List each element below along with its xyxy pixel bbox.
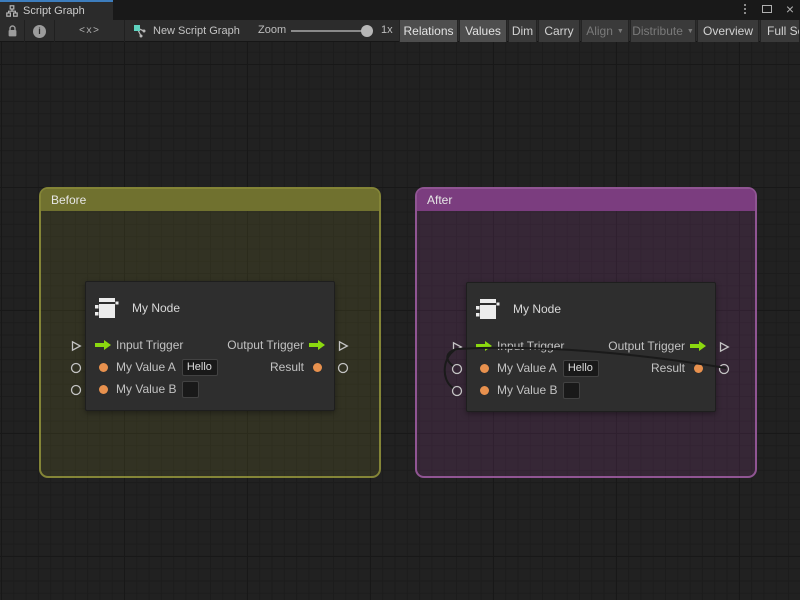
result-dot-icon xyxy=(694,364,703,373)
zoom-slider[interactable] xyxy=(291,30,367,32)
outer-input-trigger-port[interactable] xyxy=(451,340,463,352)
input-trigger-label: Input Trigger xyxy=(116,338,183,352)
graph-tab-icon xyxy=(6,5,18,17)
code-toggle-icon: <x> xyxy=(79,26,100,37)
outer-output-trigger-port[interactable] xyxy=(337,339,349,351)
lock-button[interactable] xyxy=(0,20,25,42)
port-row-trigger: Input Trigger Output Trigger xyxy=(467,335,715,357)
dim-button[interactable]: Dim xyxy=(508,20,537,42)
result-label: Result xyxy=(651,361,685,375)
script-graph-window: Script Graph × i <x> xyxy=(0,0,800,600)
output-trigger-label: Output Trigger xyxy=(608,339,685,353)
output-trigger-arrow-icon xyxy=(689,341,707,351)
tab-script-graph[interactable]: Script Graph xyxy=(0,0,113,20)
value-b-input[interactable] xyxy=(563,382,580,399)
close-icon[interactable]: × xyxy=(786,2,794,16)
info-button[interactable]: i xyxy=(25,20,55,42)
distribute-label: Distribute xyxy=(632,24,683,38)
outer-result-port[interactable] xyxy=(337,361,349,373)
outer-value-b-port[interactable] xyxy=(70,383,82,395)
value-b-dot-icon xyxy=(99,385,108,394)
zoom-value: 1x xyxy=(381,24,393,36)
value-a-dot-icon xyxy=(480,364,489,373)
port-row-value-b: My Value B xyxy=(467,379,715,401)
result-label: Result xyxy=(270,360,304,374)
maximize-icon[interactable] xyxy=(762,5,772,13)
port-row-value-a: My Value A Hello Result xyxy=(467,357,715,379)
tab-title: Script Graph xyxy=(23,5,85,17)
input-trigger-arrow-icon xyxy=(94,340,112,350)
outer-value-b-port[interactable] xyxy=(451,384,463,396)
group-title: Before xyxy=(51,193,86,207)
node-title: My Node xyxy=(132,301,180,315)
group-after[interactable]: After My Node xyxy=(415,187,757,478)
chevron-down-icon: ▼ xyxy=(687,28,694,35)
value-a-input[interactable]: Hello xyxy=(563,360,599,377)
graph-breadcrumb: New Script Graph xyxy=(133,20,240,42)
unit-icon xyxy=(475,296,501,322)
value-a-label: My Value A xyxy=(497,361,557,375)
overview-button[interactable]: Overview xyxy=(697,20,759,42)
result-dot-icon xyxy=(313,363,322,372)
relations-button[interactable]: Relations xyxy=(399,20,458,42)
node-title: My Node xyxy=(513,302,561,316)
fullscreen-button[interactable]: Full Scr xyxy=(760,20,800,42)
tab-bar: Script Graph × xyxy=(0,0,800,20)
align-label: Align xyxy=(586,24,613,38)
values-button[interactable]: Values xyxy=(459,20,507,42)
port-row-value-a: My Value A Hello Result xyxy=(86,356,334,378)
info-icon: i xyxy=(33,25,46,38)
unit-icon xyxy=(94,295,120,321)
group-before[interactable]: Before My Node xyxy=(39,187,381,478)
output-trigger-arrow-icon xyxy=(308,340,326,350)
graph-name: New Script Graph xyxy=(153,25,240,37)
value-a-label: My Value A xyxy=(116,360,176,374)
port-row-trigger: Input Trigger Output Trigger xyxy=(86,334,334,356)
value-b-dot-icon xyxy=(480,386,489,395)
input-trigger-arrow-icon xyxy=(475,341,493,351)
group-title: After xyxy=(427,193,452,207)
outer-output-trigger-port[interactable] xyxy=(718,340,730,352)
carry-button[interactable]: Carry xyxy=(538,20,580,42)
outer-result-port[interactable] xyxy=(718,362,730,374)
my-node-before[interactable]: My Node Input Trigger Output Trigger xyxy=(85,281,335,411)
my-node-after[interactable]: My Node Input Trigger Output Trigger xyxy=(466,282,716,412)
value-b-label: My Value B xyxy=(116,382,176,396)
menu-icon[interactable] xyxy=(742,2,748,16)
value-a-input[interactable]: Hello xyxy=(182,359,218,376)
new-graph-icon xyxy=(133,24,147,38)
graph-toolbar: i <x> New Script Graph Zoom 1x Relations… xyxy=(0,20,800,42)
code-toggle-button[interactable]: <x> xyxy=(55,20,125,42)
outer-value-a-port[interactable] xyxy=(451,362,463,374)
node-header: My Node xyxy=(467,283,715,335)
outer-value-a-port[interactable] xyxy=(70,361,82,373)
input-trigger-label: Input Trigger xyxy=(497,339,564,353)
value-b-input[interactable] xyxy=(182,381,199,398)
chevron-down-icon: ▼ xyxy=(617,28,624,35)
value-b-label: My Value B xyxy=(497,383,557,397)
port-row-value-b: My Value B xyxy=(86,378,334,400)
distribute-button[interactable]: Distribute ▼ xyxy=(630,20,696,42)
value-a-dot-icon xyxy=(99,363,108,372)
group-after-header[interactable]: After xyxy=(417,189,755,211)
graph-canvas[interactable]: Before My Node xyxy=(0,42,800,600)
align-button[interactable]: Align ▼ xyxy=(581,20,629,42)
lock-icon xyxy=(7,25,18,38)
output-trigger-label: Output Trigger xyxy=(227,338,304,352)
group-before-header[interactable]: Before xyxy=(41,189,379,211)
outer-input-trigger-port[interactable] xyxy=(70,339,82,351)
node-header: My Node xyxy=(86,282,334,334)
zoom-slider-handle[interactable] xyxy=(361,25,373,37)
zoom-label: Zoom xyxy=(258,24,286,36)
window-controls: × xyxy=(742,0,794,18)
